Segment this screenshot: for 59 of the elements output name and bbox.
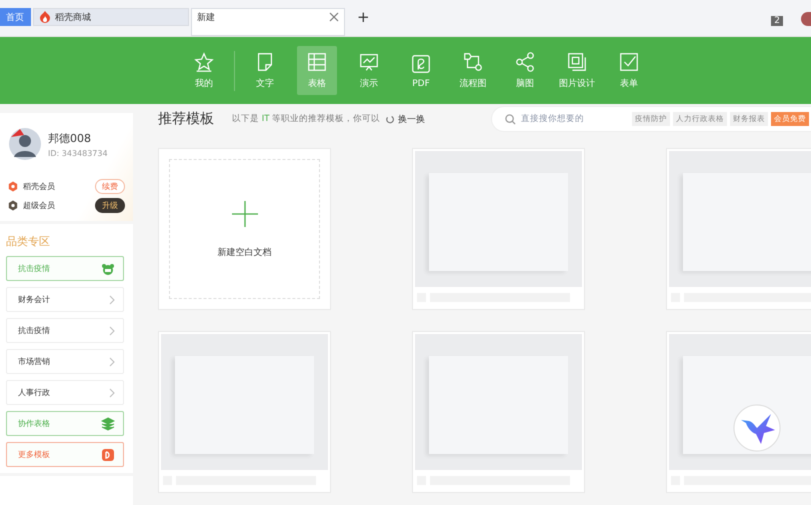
category-item[interactable]: 协作表格 xyxy=(6,411,124,436)
page-title: 推荐模板 xyxy=(158,110,214,128)
chevron-icon xyxy=(109,356,115,367)
nav-tab[interactable]: PDF xyxy=(401,46,441,95)
badge-icon xyxy=(8,181,18,192)
search-icon xyxy=(505,114,516,124)
chevron-icon xyxy=(109,388,115,398)
mindmap-icon xyxy=(514,51,536,73)
blank-document-card[interactable]: 新建空白文档 xyxy=(158,148,331,310)
plus-icon xyxy=(232,201,258,227)
presentation-icon xyxy=(358,51,380,73)
template-card[interactable] xyxy=(412,148,585,310)
flowchart-icon xyxy=(462,51,484,73)
chevron-icon xyxy=(109,326,115,336)
description-text: 以下是 IT 等职业的推荐模板，你可以 xyxy=(232,113,380,125)
flame-icon xyxy=(39,10,51,24)
category-item[interactable]: 抗击疫情 xyxy=(6,256,124,282)
category-item[interactable]: 市场营销 xyxy=(6,349,124,374)
refresh-icon xyxy=(385,114,396,124)
chevron-icon xyxy=(109,294,115,305)
nav-tab[interactable]: 演示 xyxy=(349,46,389,95)
bird-icon[interactable] xyxy=(733,404,781,452)
category-item[interactable]: 更多模板 xyxy=(6,442,124,468)
nav-tab[interactable]: 图片设计 xyxy=(557,46,597,95)
template-card[interactable] xyxy=(412,331,585,493)
close-icon xyxy=(329,12,339,22)
nav-tab[interactable]: 流程图 xyxy=(453,46,493,95)
template-card[interactable] xyxy=(666,148,811,310)
avatar-icon xyxy=(8,127,42,161)
window-count-badge[interactable]: 2 xyxy=(771,16,783,26)
pdf-icon xyxy=(410,52,432,74)
membership-label: 超级会员 xyxy=(23,200,56,211)
section-title: 品类专区 xyxy=(6,234,51,250)
nav-tab[interactable]: 脑图 xyxy=(505,46,545,95)
nav-tab[interactable]: 我的 xyxy=(184,46,224,95)
membership-label: 稻壳会员 xyxy=(23,181,56,192)
category-item[interactable]: 人事行政 xyxy=(6,380,124,406)
category-item[interactable]: 财务会计 xyxy=(6,287,124,312)
card-label: 新建空白文档 xyxy=(218,246,272,259)
refresh-link[interactable]: 换一换 xyxy=(385,112,426,126)
browser-tab[interactable]: 新建 xyxy=(191,8,345,36)
checklist-icon xyxy=(618,51,640,73)
nav-tab[interactable]: 表格 xyxy=(297,46,337,95)
user-name: 邦德008 xyxy=(48,130,92,146)
badge-icon xyxy=(8,200,18,211)
table-icon xyxy=(306,51,328,73)
user-id: ID: 343483734 xyxy=(48,148,108,158)
browser-tab[interactable]: 稻壳商城 xyxy=(33,8,189,26)
nav-tab[interactable]: 文字 xyxy=(245,46,285,95)
avatar-icon[interactable] xyxy=(801,12,811,26)
template-card[interactable] xyxy=(158,331,331,493)
renew-button[interactable]: 续费 xyxy=(95,179,125,194)
image-icon xyxy=(566,51,588,73)
new-tab-button[interactable]: + xyxy=(357,8,370,26)
category-item[interactable]: 抗击疫情 xyxy=(6,318,124,344)
upgrade-button[interactable]: 升级 xyxy=(95,198,125,213)
nav-tab[interactable]: 表单 xyxy=(609,46,649,95)
browser-tab[interactable]: 首页 xyxy=(0,8,31,26)
star-icon xyxy=(193,51,215,73)
